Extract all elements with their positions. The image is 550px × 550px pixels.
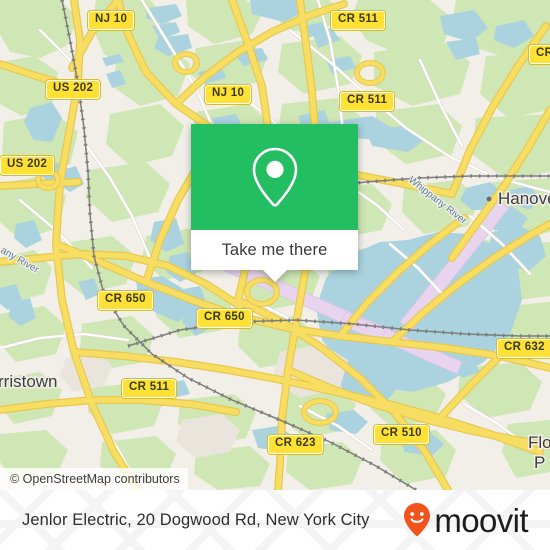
moovit-map-screenshot: .wtr{fill:#aad3df} .prk{fill:#cfe6b5} .p… [0,0,550,550]
road-shield: CR 623 [268,435,323,454]
map-pin-icon [252,147,297,207]
road-shield: CR [529,45,550,64]
popup-tail-arrow [261,269,288,282]
road-shield: CR 511 [340,92,395,111]
moovit-logo[interactable]: moovit [402,501,529,539]
svg-text:P: P [534,453,545,472]
moovit-smiley-pin-icon [404,503,431,537]
footer-bar: Jenlor Electric, 20 Dogwood Rd, New York… [0,490,550,550]
road-shield: CR 632 [497,339,550,358]
road-shield: CR 510 [374,425,429,444]
road-shield: CR 650 [98,291,153,310]
svg-text:Hanover: Hanover [498,189,550,208]
road-shield: NJ 10 [88,11,135,30]
popup-marker-panel [191,124,358,230]
road-shield: CR 511 [331,11,386,30]
road-shield: US 202 [46,80,101,99]
road-shield: US 202 [0,156,55,175]
moovit-wordmark: moovit [434,501,528,539]
road-shield: NJ 10 [205,85,252,104]
svg-text:Flo: Flo [528,433,550,452]
road-shield: CR 511 [122,379,177,398]
take-me-there-label: Take me there [221,240,328,259]
place-title: Jenlor Electric, 20 Dogwood Rd, New York… [22,510,370,529]
road-shield: CR 650 [197,309,252,328]
svg-text:rristown: rristown [0,372,58,391]
osm-attribution[interactable]: © OpenStreetMap contributors [0,468,188,490]
location-popup-card[interactable]: Take me there [191,124,358,282]
popup-action-bar[interactable]: Take me there [191,230,358,282]
